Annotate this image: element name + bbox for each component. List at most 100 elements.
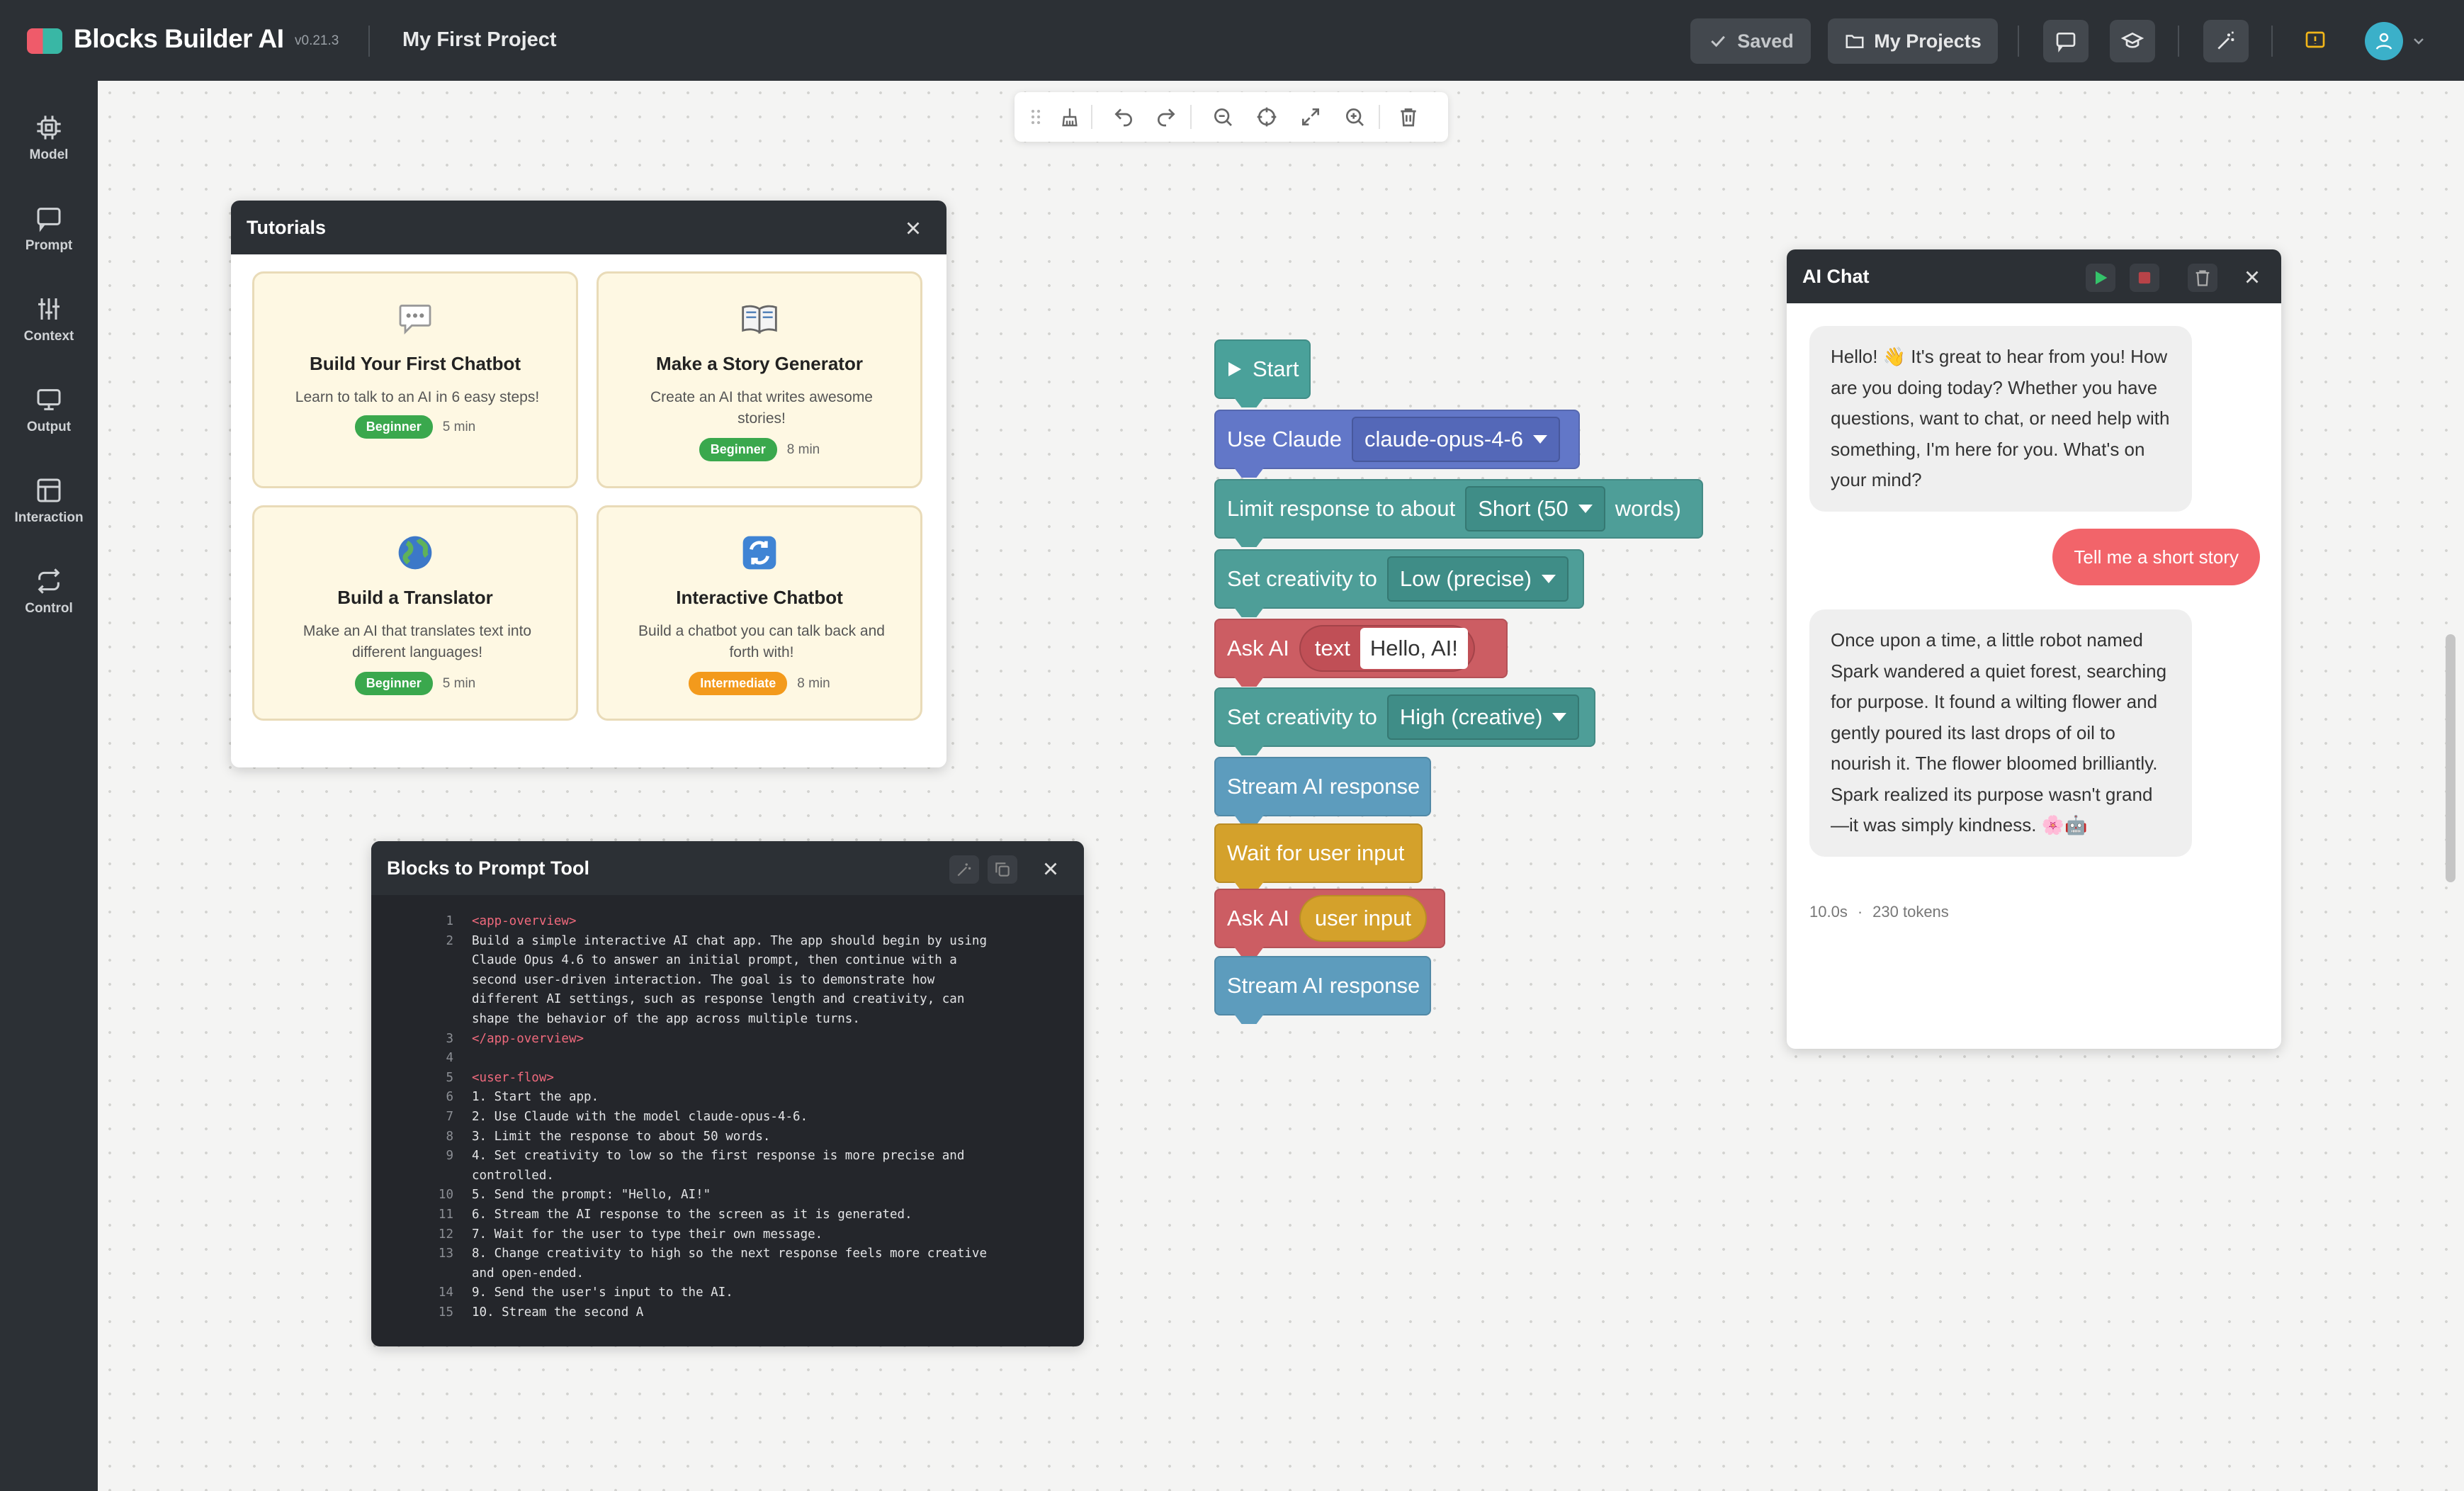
code-line: 1 <app-overview> xyxy=(446,914,577,928)
play-icon xyxy=(2096,271,2108,285)
feedback-button[interactable] xyxy=(2293,20,2338,62)
limit-response-block[interactable]: Limit response to about Short (50 words) xyxy=(1214,479,1703,539)
play-icon xyxy=(1228,362,1241,376)
creativity-dropdown[interactable]: High (creative) xyxy=(1386,694,1580,740)
code-line: 8 3. Limit the response to about 50 words… xyxy=(446,1129,771,1144)
redo-button[interactable] xyxy=(1153,104,1179,130)
ai-message: Hello! 👋 It's great to hear from you! Ho… xyxy=(1809,326,2192,512)
sidebar-item-prompt[interactable]: Prompt xyxy=(0,190,98,268)
speech-bubble-icon xyxy=(399,304,431,335)
sidebar-item-context[interactable]: Context xyxy=(0,281,98,359)
code-line: Claude Opus 4.6 to answer an initial pro… xyxy=(472,953,957,968)
drag-handle[interactable] xyxy=(1023,104,1049,130)
zoom-out-button[interactable] xyxy=(1210,104,1236,130)
zoom-in-button[interactable] xyxy=(1342,104,1367,130)
tutorial-card-story-generator[interactable]: Make a Story Generator Create an AI that… xyxy=(597,271,922,488)
response-stats: 10.0s · 230 tokens xyxy=(1809,903,1949,921)
check-icon xyxy=(1711,35,1726,47)
chip-icon xyxy=(37,116,61,140)
chat-toggle-button[interactable] xyxy=(2043,20,2089,62)
blocks-to-prompt-button[interactable] xyxy=(2203,20,2249,62)
project-name[interactable]: My First Project xyxy=(402,28,557,52)
user-input-block[interactable]: user input xyxy=(1299,895,1428,942)
divider xyxy=(1379,105,1380,129)
message-icon xyxy=(2056,33,2076,52)
length-dropdown[interactable]: Short (50 xyxy=(1465,486,1605,531)
divider xyxy=(368,26,370,57)
delete-button[interactable] xyxy=(1396,104,1421,130)
run-button[interactable] xyxy=(2086,264,2115,292)
separator: · xyxy=(1857,903,1863,921)
panel-title: AI Chat xyxy=(1802,266,1870,287)
zoom-in-icon xyxy=(1346,108,1364,126)
level-badge: Intermediate xyxy=(689,672,788,695)
clean-up-button[interactable] xyxy=(1057,104,1083,130)
copy-button[interactable] xyxy=(988,855,1017,884)
tutorials-button[interactable] xyxy=(2110,20,2155,62)
code-line: 14 9. Send the user's input to the AI. xyxy=(438,1285,733,1300)
sidebar-item-interaction[interactable]: Interaction xyxy=(0,462,98,540)
code-line: 11 6. Stream the AI response to the scree… xyxy=(438,1207,912,1222)
ai-chat-panel: AI Chat Hello! 👋 It's great to hear from… xyxy=(1787,249,2281,1049)
ask-ai-block[interactable]: Ask AI text Hello, AI! xyxy=(1214,619,1508,678)
code-line: 5 <user-flow> xyxy=(446,1070,554,1085)
undo-icon xyxy=(1114,108,1132,127)
code-line: 12 7. Wait for the user to type their own… xyxy=(438,1227,823,1242)
alert-message-icon xyxy=(2305,31,2325,48)
prompt-code-view: 1 <app-overview> 2 Build a simple interact… xyxy=(371,912,1084,1322)
panel-header[interactable]: AI Chat xyxy=(1787,249,2281,303)
generate-button[interactable] xyxy=(949,855,979,884)
grip-icon xyxy=(1031,109,1041,125)
chevron-down-icon[interactable] xyxy=(2410,33,2427,50)
model-dropdown[interactable]: claude-opus-4-6 xyxy=(1351,417,1561,462)
level-badge: Beginner xyxy=(699,438,777,461)
tutorial-card-translator[interactable]: Build a Translator Make an AI that trans… xyxy=(252,505,578,721)
crosshair-icon xyxy=(1257,107,1277,127)
set-creativity-block[interactable]: Set creativity to High (creative) xyxy=(1214,687,1595,747)
close-icon[interactable] xyxy=(903,218,924,239)
text-input-block[interactable]: text Hello, AI! xyxy=(1299,625,1475,672)
app-name: Blocks Builder AI xyxy=(74,24,284,53)
tutorial-description: Build a chatbot you can talk back and fo… xyxy=(638,623,885,660)
undo-button[interactable] xyxy=(1111,104,1136,130)
start-block[interactable]: Start xyxy=(1214,339,1311,399)
tutorial-title: Interactive Chatbot xyxy=(676,587,843,608)
stream-response-block[interactable]: Stream AI response xyxy=(1214,757,1431,816)
copy-icon xyxy=(995,862,1010,877)
use-claude-block[interactable]: Use Claude claude-opus-4-6 xyxy=(1214,410,1580,469)
tutorial-description: Make an AI that translates text into dif… xyxy=(303,623,532,660)
message-icon xyxy=(37,208,61,232)
recenter-button[interactable] xyxy=(1254,104,1279,130)
panel-header[interactable]: Tutorials xyxy=(231,201,946,254)
stream-response-block[interactable]: Stream AI response xyxy=(1214,956,1431,1015)
prompt-text-field[interactable]: Hello, AI! xyxy=(1360,628,1468,669)
code-line: 7 2. Use Claude with the model claude-opu… xyxy=(446,1109,808,1124)
close-icon[interactable] xyxy=(1040,858,1061,879)
canvas-scrollbar[interactable] xyxy=(2446,634,2455,882)
tutorial-card-interactive-chatbot[interactable]: Interactive Chatbot Build a chatbot you … xyxy=(597,505,922,721)
duration-label: 5 min xyxy=(442,675,476,691)
code-line: shape the behavior of the app across mul… xyxy=(472,1011,860,1026)
sidebar-item-control[interactable]: Control xyxy=(0,553,98,631)
panel-header[interactable]: Blocks to Prompt Tool xyxy=(371,841,1084,895)
tutorial-description: Learn to talk to an AI in 6 easy steps! xyxy=(295,389,540,405)
ai-message: Once upon a time, a little robot named S… xyxy=(1809,609,2192,857)
set-creativity-block[interactable]: Set creativity to Low (precise) xyxy=(1214,549,1584,609)
sidebar-item-model[interactable]: Model xyxy=(0,99,98,177)
saved-button[interactable]: Saved xyxy=(1690,18,1811,64)
tutorial-card-first-chatbot[interactable]: Build Your First Chatbot Learn to talk t… xyxy=(252,271,578,488)
my-projects-button[interactable]: My Projects xyxy=(1828,18,1998,64)
close-icon[interactable] xyxy=(2242,266,2263,288)
stop-button[interactable] xyxy=(2130,264,2159,292)
wait-for-input-block[interactable]: Wait for user input xyxy=(1214,823,1423,883)
clear-chat-button[interactable] xyxy=(2188,264,2217,292)
divider xyxy=(2018,26,2019,57)
fit-screen-button[interactable] xyxy=(1298,104,1323,130)
ask-ai-block[interactable]: Ask AI user input xyxy=(1214,889,1445,948)
level-badge: Beginner xyxy=(354,672,433,695)
user-avatar[interactable] xyxy=(2365,22,2403,60)
duration-label: 8 min xyxy=(797,675,830,691)
sidebar-item-output[interactable]: Output xyxy=(0,371,98,449)
code-line: 2 Build a simple interactive AI chat app.… xyxy=(446,933,987,948)
creativity-dropdown[interactable]: Low (precise) xyxy=(1386,556,1569,602)
